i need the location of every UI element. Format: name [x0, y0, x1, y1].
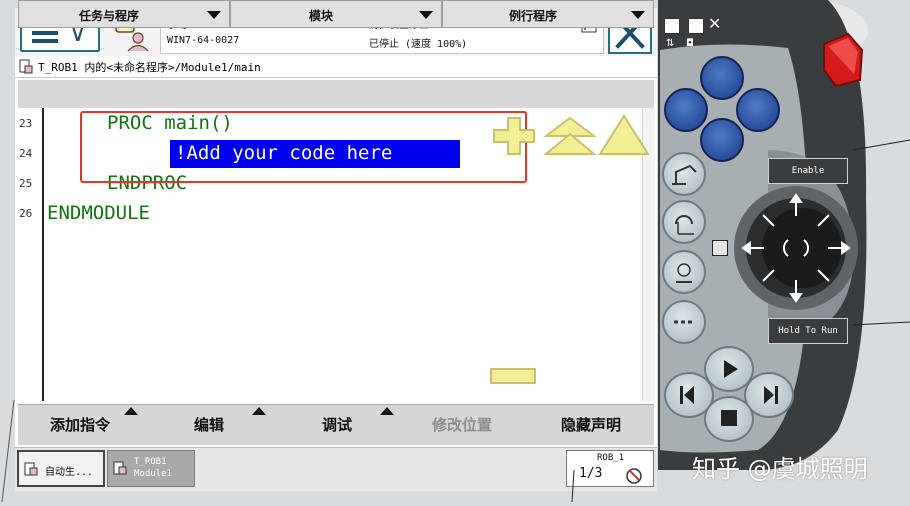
- routines-dropdown[interactable]: 例行程序: [442, 0, 654, 28]
- zoom-in-icon[interactable]: [492, 116, 536, 156]
- program-icon: [19, 59, 33, 74]
- hold-to-run-label: Hold To Run: [778, 326, 838, 336]
- scroll-up-icon[interactable]: [598, 114, 650, 156]
- debug-label: 调试: [322, 416, 353, 434]
- dropdown-arrow-icon: [419, 11, 433, 19]
- controller-name: WIN7-64-0027: [167, 35, 240, 46]
- modify-position-label: 修改位置: [432, 416, 493, 434]
- dropdown-arrow-icon: [631, 11, 645, 19]
- breadcrumb-path: T_ROB1 内的<未命名程序>/Module1/main: [38, 61, 261, 74]
- program-editor-window-button[interactable]: T_ROB1 Module1: [107, 450, 195, 487]
- minimize-icon[interactable]: [688, 18, 704, 34]
- add-instruction-button[interactable]: 添加指令: [18, 404, 146, 444]
- routines-label: 例行程序: [508, 9, 557, 23]
- robot-arm-icon: [672, 164, 697, 185]
- axis-icon: [676, 263, 692, 283]
- module-name: Module1: [134, 469, 172, 479]
- hold-to-run-button[interactable]: Hold To Run: [768, 318, 848, 344]
- breadcrumb: T_ROB1 内的<未命名程序>/Module1/main: [15, 56, 657, 78]
- zoom-out-icon[interactable]: [490, 368, 536, 384]
- edit-button[interactable]: 编辑: [146, 404, 274, 444]
- cable-line: [1, 400, 15, 502]
- programmable-key-2[interactable]: [664, 88, 708, 132]
- close-small-icon[interactable]: ✕: [708, 14, 721, 33]
- swap-icon[interactable]: ⇅: [666, 38, 674, 49]
- programmable-key-1[interactable]: [700, 56, 744, 100]
- annotation-box: [80, 111, 527, 183]
- task-name: T_ROB1: [134, 457, 167, 467]
- run-status-text: 已停止 (速度 100%): [369, 39, 468, 50]
- dropdown-arrow-icon: [207, 11, 221, 19]
- line-number: 26: [19, 207, 33, 220]
- rotate-icon: [675, 215, 694, 235]
- edit-label: 编辑: [194, 416, 225, 434]
- cable-line: [571, 470, 575, 502]
- hide-declarations-label: 隐藏声明: [561, 416, 622, 434]
- modify-position-button[interactable]: 修改位置: [402, 404, 530, 444]
- add-instruction-label: 添加指令: [50, 416, 111, 434]
- arrow-up-icon: [252, 407, 266, 415]
- auto-production-window-button[interactable]: 自动生...: [17, 450, 105, 487]
- stop-icon: [721, 410, 737, 426]
- emergency-stop-icon[interactable]: [818, 30, 866, 90]
- step-forward-icon: [764, 386, 778, 404]
- program-icon: [113, 461, 127, 475]
- program-icon: [24, 462, 38, 476]
- code-line-endmodule[interactable]: ENDMODULE: [47, 202, 150, 224]
- arrow-up-icon: [124, 407, 138, 415]
- speed-icon: [626, 468, 642, 484]
- line-number: 25: [19, 177, 33, 190]
- window-restore-icon[interactable]: [664, 18, 680, 34]
- modules-label: 模块: [308, 9, 333, 23]
- joystick[interactable]: [726, 178, 858, 316]
- programmable-key-3[interactable]: [736, 88, 780, 132]
- pendant-hardware: ✕ ⇅ ◘ Enable Hold To Run: [658, 0, 910, 502]
- arrow-up-icon: [380, 407, 394, 415]
- robot-name: ROB_1: [597, 453, 625, 463]
- line-number: 24: [19, 147, 33, 160]
- page-up-icon[interactable]: [542, 116, 598, 156]
- column-header: [18, 80, 654, 108]
- debug-button[interactable]: 调试: [274, 404, 402, 444]
- camera-icon[interactable]: ◘: [686, 38, 694, 49]
- mechanical-unit-key[interactable]: [662, 152, 706, 196]
- auto-production-label: 自动生...: [45, 467, 94, 478]
- modules-dropdown[interactable]: 模块: [230, 0, 442, 28]
- motion-mode-key[interactable]: [662, 200, 706, 244]
- axis-group-key[interactable]: [662, 250, 706, 294]
- stop-button[interactable]: [704, 396, 754, 442]
- watermark: 知乎 @虞城照明: [692, 455, 868, 483]
- increment-icon: [674, 320, 694, 324]
- line-number: 23: [19, 117, 33, 130]
- enable-label: Enable: [791, 166, 825, 176]
- tasks-dropdown[interactable]: 任务与程序: [18, 0, 230, 28]
- programmable-key-4[interactable]: [700, 118, 744, 162]
- tasks-label: 任务与程序: [78, 9, 139, 23]
- increment-key[interactable]: [662, 300, 706, 344]
- hide-declarations-button[interactable]: 隐藏声明: [530, 404, 654, 444]
